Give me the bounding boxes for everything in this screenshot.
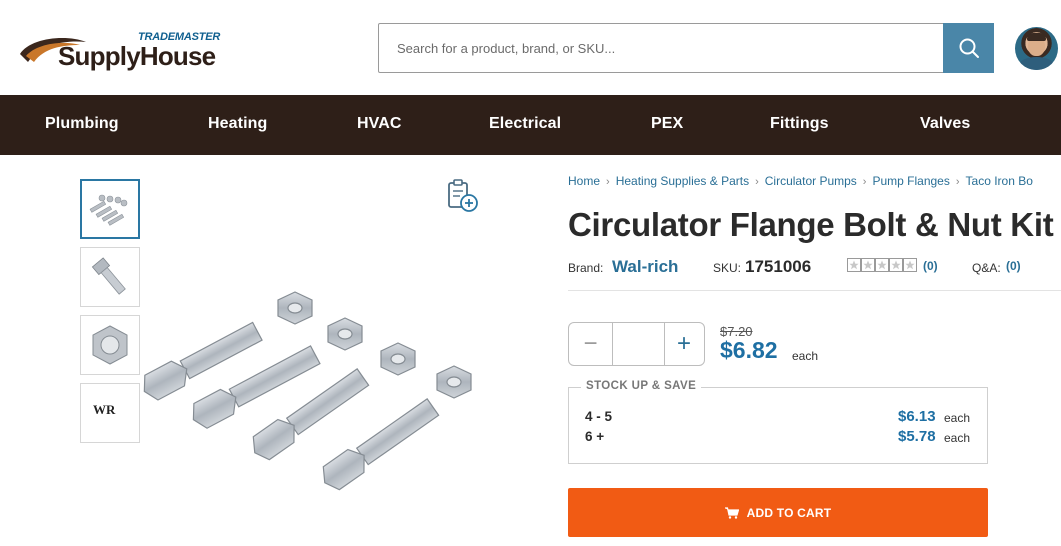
quantity-stepper: − + (568, 322, 705, 366)
logo-wordmark: SupplyHouse (58, 41, 216, 71)
search-bar (378, 23, 994, 73)
tier-price: $6.13 (898, 408, 936, 425)
decrease-quantity-button[interactable]: − (569, 323, 612, 365)
nav-item-hvac[interactable]: HVAC (357, 95, 402, 155)
sale-price: $6.82 (720, 337, 778, 363)
supplyhouse-logo[interactable]: TRADEMASTER SupplyHouse (18, 30, 223, 75)
stock-up-save-box: STOCK UP & SAVE 4 - 5 $6.13 each 6 + $5.… (568, 380, 988, 464)
cart-icon (724, 506, 739, 519)
brand-link[interactable]: Wal-rich (612, 257, 678, 277)
nav-item-plumbing[interactable]: Plumbing (45, 95, 119, 155)
add-to-list-icon[interactable] (446, 178, 480, 214)
breadcrumb-home[interactable]: Home (568, 174, 600, 188)
avatar-hair (1027, 33, 1046, 41)
bolt-thumbnail-image (91, 257, 126, 295)
brand-label: Brand: (568, 261, 604, 275)
search-input[interactable] (379, 24, 944, 72)
add-to-cart-label: ADD TO CART (746, 505, 832, 520)
tier-price: $5.78 (898, 428, 936, 445)
user-avatar[interactable] (1015, 27, 1058, 70)
thumbnail-kit[interactable] (80, 179, 140, 239)
tier-quantity: 4 - 5 (585, 409, 613, 424)
nav-item-electrical[interactable]: Electrical (489, 95, 561, 155)
rating-stars-icon[interactable] (847, 258, 919, 272)
nut-thumbnail-image (92, 325, 128, 365)
quantity-input[interactable] (612, 322, 665, 366)
chevron-right-icon: › (755, 176, 759, 188)
add-to-cart-button[interactable]: ADD TO CART (568, 488, 988, 537)
thumbnail-nut[interactable] (80, 315, 140, 375)
chevron-right-icon: › (606, 176, 610, 188)
product-meta: Brand: Wal-rich SKU: 1751006 (0) Q&A: (0… (568, 257, 1061, 277)
sku-label: SKU: (713, 261, 742, 275)
search-button[interactable] (943, 23, 994, 73)
breadcrumb: Home › Heating Supplies & Parts › Circulator… (568, 174, 1033, 188)
stock-up-title: STOCK UP & SAVE (581, 380, 702, 392)
svg-text:WR: WR (93, 402, 116, 417)
walrich-logo-image: WR (93, 402, 116, 417)
nav-item-valves[interactable]: Valves (920, 95, 970, 155)
price-unit-label: each (792, 349, 819, 363)
chevron-right-icon: › (955, 176, 960, 188)
product-title: Circulator Flange Bolt & Nut Kit (568, 206, 1054, 243)
increase-quantity-button[interactable]: + (664, 323, 704, 365)
divider (568, 290, 1061, 291)
nav-item-pex[interactable]: PEX (651, 95, 683, 155)
product-main-image (143, 291, 472, 491)
search-icon (959, 38, 979, 58)
tier-quantity: 6 + (585, 429, 605, 444)
qa-label: Q&A: (972, 261, 1001, 275)
thumbnail-bolt[interactable] (80, 247, 140, 307)
main-nav: Plumbing Heating HVAC Electrical PEX Fit… (0, 95, 1061, 155)
tier-unit-label: each (944, 431, 971, 445)
avatar-shirt (1019, 57, 1054, 70)
chevron-right-icon: › (862, 176, 867, 188)
site-header: TRADEMASTER SupplyHouse (0, 0, 1061, 95)
rating-count-link[interactable]: (0) (923, 259, 938, 273)
breadcrumb-taco-iron[interactable]: Taco Iron Bo (966, 174, 1033, 188)
breadcrumb-circulator-pumps[interactable]: Circulator Pumps (765, 174, 857, 188)
bolt-kit-thumbnail-image (89, 194, 128, 226)
qa-count-link[interactable]: (0) (1006, 259, 1021, 273)
breadcrumb-pump-flanges[interactable]: Pump Flanges (872, 174, 949, 188)
thumbnail-brand-logo[interactable]: WR (80, 383, 140, 443)
breadcrumb-heating-supplies[interactable]: Heating Supplies & Parts (616, 174, 749, 188)
nav-item-fittings[interactable]: Fittings (770, 95, 829, 155)
nav-item-heating[interactable]: Heating (208, 95, 267, 155)
tier-unit-label: each (944, 411, 971, 425)
sku-value: 1751006 (745, 257, 812, 276)
